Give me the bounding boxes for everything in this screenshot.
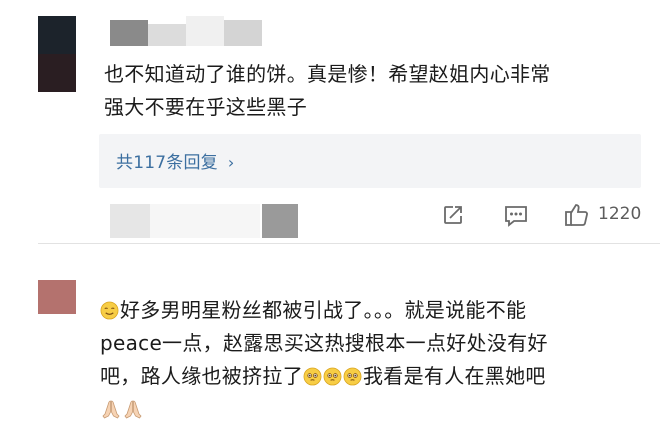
comment-icon[interactable] bbox=[503, 204, 529, 228]
comment-bottom-line-1: 好多男明星粉丝都被引战了。。。就是说能不能 bbox=[100, 294, 548, 327]
comment-bottom-line-4 bbox=[100, 393, 548, 426]
pleading-face-emoji-icon bbox=[303, 367, 322, 386]
comment-bottom-line-1-text: 好多男明星粉丝都被引战了。。。就是说能不能 bbox=[120, 298, 527, 322]
comment-top-line-1: 也不知道动了谁的饼。真是惨！希望赵姐内心非常 bbox=[104, 62, 551, 86]
pleading-face-emoji-icon bbox=[323, 367, 342, 386]
comment-bottom-text: 好多男明星粉丝都被引战了。。。就是说能不能 peace一点，赵露思买这热搜根本一… bbox=[100, 294, 548, 426]
timestamp-redacted bbox=[110, 200, 300, 242]
comment-top-line-2: 强大不要在乎这些黑子 bbox=[104, 95, 307, 119]
comment-bottom-line-3b: 我看是有人在黑她吧 bbox=[363, 364, 546, 388]
comment-bottom-line-2: peace一点，赵露思买这热搜根本一点好处没有好 bbox=[100, 331, 548, 355]
avatar-bottom[interactable] bbox=[38, 280, 76, 314]
comment-top-text: 也不知道动了谁的饼。真是惨！希望赵姐内心非常 强大不要在乎这些黑子 bbox=[104, 58, 551, 124]
view-replies-link[interactable]: 共117条回复 › bbox=[116, 148, 234, 173]
folded-hands-emoji-icon bbox=[124, 400, 142, 419]
chevron-right-icon: › bbox=[227, 153, 235, 172]
smirk-emoji-icon bbox=[100, 301, 119, 320]
comment-bottom-line-3: 吧，路人缘也被挤拉了 我看是有人在黑她吧 bbox=[100, 360, 548, 393]
thumbs-up-icon[interactable] bbox=[563, 201, 590, 228]
folded-hands-emoji-icon bbox=[102, 400, 120, 419]
replies-box[interactable]: 共117条回复 › bbox=[99, 134, 641, 188]
pleading-face-emoji-icon bbox=[343, 367, 362, 386]
divider bbox=[38, 243, 660, 244]
replies-count-label: 共117条回复 bbox=[116, 153, 218, 173]
comment-bottom-line-3a: 吧，路人缘也被挤拉了 bbox=[100, 364, 303, 388]
like-count: 1220 bbox=[598, 204, 642, 224]
avatar-top[interactable] bbox=[38, 16, 76, 92]
share-icon[interactable] bbox=[441, 203, 465, 227]
username-top-redacted[interactable] bbox=[110, 16, 262, 50]
